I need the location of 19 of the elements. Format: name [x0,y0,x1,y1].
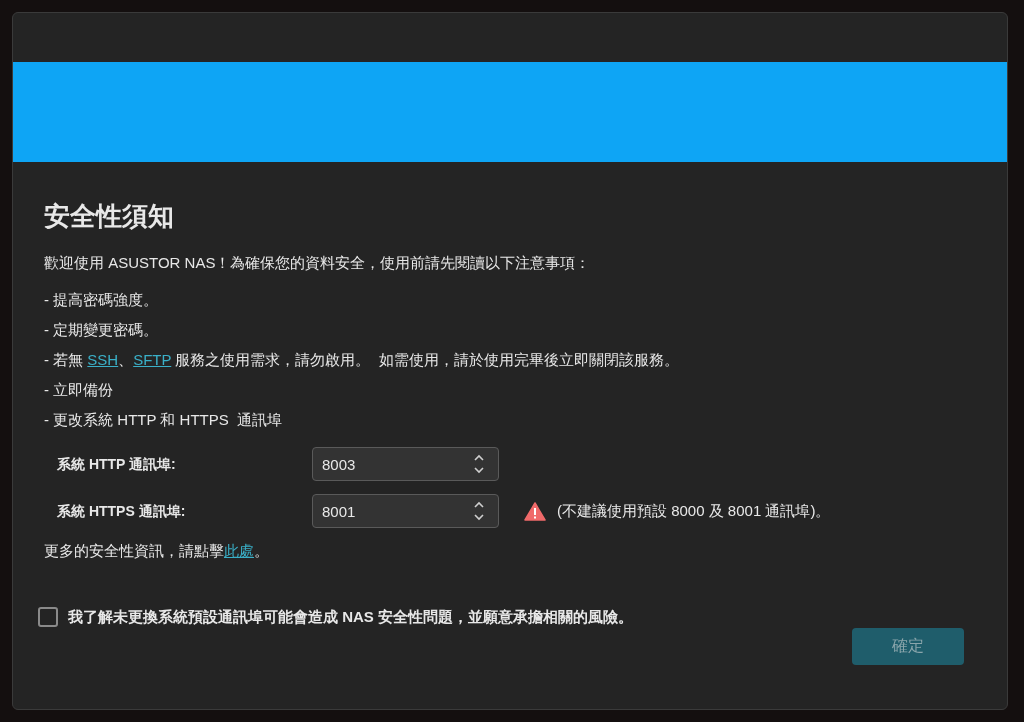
port-number-field[interactable]: 8001 [312,494,499,528]
service-link[interactable]: SSH [87,351,119,368]
note-text: - 定期變更密碼。 [44,320,159,340]
note-text: - 立即備份 [44,380,114,400]
dialog-title: 安全性須知 [44,200,174,233]
agreement-checkbox[interactable] [38,607,58,628]
intro-text: 歡迎使用 ASUSTOR NAS！為確保您的資料安全，使用前請先閱讀以下注意事項： [44,253,591,273]
port-number-field[interactable]: 8003 [312,447,499,481]
service-link[interactable]: SFTP [133,351,172,368]
port-label: 系統 HTTPS 通訊埠: [56,501,187,521]
note-text: - 更改系統 HTTP 和 HTTPS 通訊埠 [44,410,283,430]
note-text: - 若無 SSH、SFTP 服務之使用需求，請勿啟用。 如需使用，請於使用完畢後立即關閉該服務。 [44,350,679,370]
warning-icon [524,501,546,521]
more-info-text: 更多的安全性資訊，請點擊此處。 [44,541,269,561]
note-text: - 提高密碼強度。 [44,290,159,310]
warning-text: (不建議使用預設 8000 及 8001 通訊埠)。 [557,500,831,521]
more-info-link[interactable]: 此處 [224,542,254,559]
port-label: 系統 HTTP 通訊埠: [56,454,177,474]
agreement-label: 我了解未更換系統預設通訊埠可能會造成 NAS 安全性問題，並願意承擔相關的風險。 [68,607,633,627]
